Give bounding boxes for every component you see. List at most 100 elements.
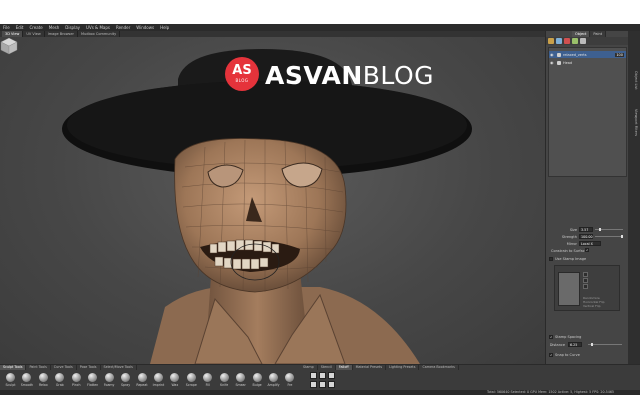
falloff-preset[interactable] [319,372,326,379]
brush-label: Bulge [252,383,262,387]
brush-fill[interactable]: Fill [199,372,215,390]
tab-paint-tools[interactable]: Paint Tools [26,365,51,370]
stamp-vertical-flip[interactable]: Vertical Flip [583,304,600,308]
stamp-spacing-checkbox[interactable]: ✓ [549,335,553,339]
falloff-preset[interactable] [319,381,326,388]
layer-opacity[interactable]: 100 [615,52,624,57]
stamp-preview[interactable] [558,272,580,306]
tab-stamp[interactable]: Stamp [300,365,318,370]
use-stamp-checkbox[interactable] [549,257,553,261]
layer-row-head[interactable]: ◉ Head [549,59,626,66]
brush-repeat[interactable]: Repeat [134,372,150,390]
tab-camera-bookmarks[interactable]: Camera Bookmarks [419,365,459,370]
menu-edit[interactable]: Edit [16,25,24,30]
falloff-preset[interactable] [328,372,335,379]
watermark-wordmark: ASVANBLOG [265,62,434,90]
menu-display[interactable]: Display [65,25,80,30]
merge-icon[interactable] [572,38,578,44]
falloff-preset[interactable] [328,381,335,388]
brush-foamy[interactable]: Foamy [101,372,117,390]
tab-pose-tools[interactable]: Pose Tools [77,365,101,370]
knife-brush-icon [219,373,229,382]
brush-grab[interactable]: Grab [51,372,67,390]
tab-select-move-tools[interactable]: Select/Move Tools [101,365,137,370]
layer-row-relaxed-verts[interactable]: ◉ relaxed_verts 100 [549,51,626,58]
slider-knob[interactable] [599,228,601,231]
tab-lighting-presets[interactable]: Lighting Presets [386,365,420,370]
layer-name: Head [563,60,573,65]
brush-wax[interactable]: Wax [166,372,182,390]
brush-flatten[interactable]: Flatten [84,372,100,390]
brush-amplify[interactable]: Amplify [265,372,281,390]
eye-icon[interactable]: ◉ [550,52,555,57]
tab-falloff[interactable]: Falloff [335,365,353,370]
strength-field[interactable]: 100.00 [579,234,593,239]
eye-icon[interactable]: ◉ [550,60,555,65]
bulge-brush-icon [252,373,262,382]
menu-create[interactable]: Create [29,25,42,30]
brush-fre[interactable]: Fre [281,372,297,390]
brush-properties: Size 3.57 Strength 100.00 Mirror Local X… [548,227,627,364]
stamp-flip-icon[interactable] [583,278,588,283]
brush-scrape[interactable]: Scrape [183,372,199,390]
tab-stencil[interactable]: Stencil [318,365,336,370]
duplicate-icon[interactable] [580,38,586,44]
delete-icon[interactable] [564,38,570,44]
new-layer-icon[interactable] [556,38,562,44]
folder-icon[interactable] [548,38,554,44]
distance-slider[interactable] [588,343,622,346]
distance-label: Distance [549,343,565,347]
menu-uvs-maps[interactable]: UVs & Maps [86,25,110,30]
pinch-brush-icon [71,373,81,382]
distance-field[interactable]: 6.25 [568,342,582,347]
menu-file[interactable]: File [3,25,10,30]
spray-brush-icon [121,373,131,382]
brush-smear[interactable]: Smear [232,372,248,390]
brush-label: Spray [120,383,131,387]
side-tab-viewport-filters[interactable]: Viewport Filters [630,109,638,136]
falloff-preset[interactable] [310,372,317,379]
menu-mesh[interactable]: Mesh [49,25,60,30]
stamp-invert-icon[interactable] [583,284,588,289]
slider-knob[interactable] [621,235,623,238]
menu-render[interactable]: Render [116,25,130,30]
preset-tabs: Stamp Stencil Falloff Material Presets L… [300,365,459,370]
brush-spray[interactable]: Spray [117,372,133,390]
menu-windows[interactable]: Windows [136,25,154,30]
brush-label: Grab [55,383,64,387]
brush-sculpt[interactable]: Sculpt [2,372,18,390]
size-field[interactable]: 3.57 [579,227,593,232]
tab-sculpt-tools[interactable]: Sculpt Tools [0,365,27,370]
brush-label: Wax [171,383,179,387]
slider-knob[interactable] [591,343,593,346]
mesh-icon [557,60,561,65]
brush-knife[interactable]: Knife [216,372,232,390]
mudbox-window: File Edit Create Mesh Display UVs & Maps… [0,24,640,390]
view-cube-icon[interactable] [0,37,18,55]
amplify-brush-icon [269,373,278,382]
grab-brush-icon [55,373,65,382]
brush-pinch[interactable]: Pinch [68,372,84,390]
size-row: Size 3.57 [548,227,627,233]
brush-imprint[interactable]: Imprint [150,372,166,390]
snap-checkbox[interactable]: ✓ [549,353,553,357]
tab-curve-tools[interactable]: Curve Tools [51,365,77,370]
3d-viewport[interactable]: AS BLOG ASVANBLOG [0,37,545,364]
falloff-preset[interactable] [310,381,317,388]
panel-toolbar [546,37,629,45]
mirror-select[interactable]: Local X [579,241,601,246]
brush-smooth[interactable]: Smooth [18,372,34,390]
layer-outliner: ◉ relaxed_verts 100 ◉ Head [548,47,627,177]
stamp-rotate-icon[interactable] [583,272,588,277]
distance-row: Distance 6.25 [548,342,627,348]
size-slider[interactable] [595,228,623,231]
brush-relax[interactable]: Relax [35,372,51,390]
tab-material-presets[interactable]: Material Presets [353,365,387,370]
strength-label: Strength [561,235,577,239]
fre-brush-icon [285,373,295,382]
brush-bulge[interactable]: Bulge [249,372,265,390]
constrain-checkbox[interactable]: ✓ [585,248,589,252]
menu-help[interactable]: Help [160,25,169,30]
side-tab-object-list[interactable]: Object List [630,71,638,90]
strength-slider[interactable] [595,235,623,238]
